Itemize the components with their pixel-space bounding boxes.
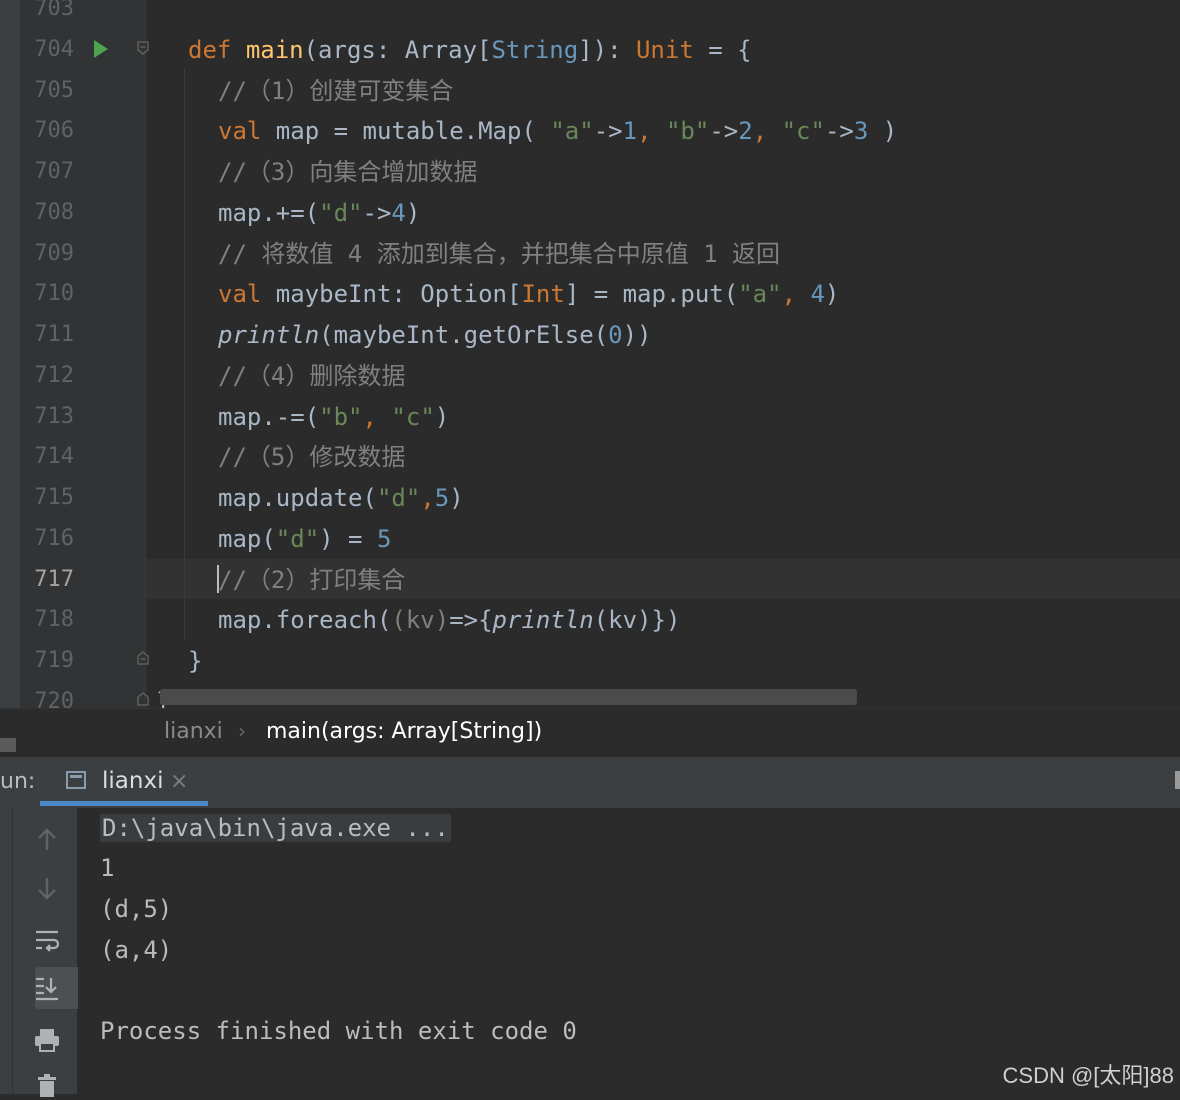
line-number: 718 xyxy=(34,607,74,633)
line-number: 710 xyxy=(34,281,74,307)
code-line-703[interactable]: 703 xyxy=(0,0,1180,30)
comment-text[interactable]: //（3）向集合增加数据 xyxy=(218,152,477,193)
code-line-711[interactable]: 711 println(maybeInt.getOrElse(0)) xyxy=(0,315,1180,356)
line-number: 716 xyxy=(34,525,74,551)
code-text[interactable]: } xyxy=(188,641,202,682)
code-line-718[interactable]: 718 map.foreach((kv)=>{println(kv)}) xyxy=(0,600,1180,641)
more-icon[interactable] xyxy=(1175,771,1180,789)
comment-text[interactable]: // 将数值 4 添加到集合，并把集合中原值 1 返回 xyxy=(218,234,780,275)
line-number: 707 xyxy=(34,159,74,184)
line-number: 703 xyxy=(34,0,74,21)
code-text[interactable]: map.-=("b", "c") xyxy=(218,397,449,438)
code-line-706[interactable]: 706 val map = mutable.Map( "a"->1, "b"->… xyxy=(0,111,1180,152)
code-line-704[interactable]: 704 def main(args: Array[String]): Unit … xyxy=(0,30,1180,71)
code-line-719[interactable]: 719 } xyxy=(0,641,1180,682)
line-number: 714 xyxy=(34,444,74,470)
code-line-705[interactable]: 705 //（1）创建可变集合 xyxy=(0,71,1180,112)
left-strip-marker xyxy=(0,738,16,752)
breadcrumb-separator: › xyxy=(238,719,246,743)
console-icon xyxy=(66,771,86,789)
code-text[interactable]: val map = mutable.Map( "a"->1, "b"->2, "… xyxy=(218,111,897,152)
code-lines[interactable]: 703 704 def main(args: Array[String]): U… xyxy=(0,0,1180,708)
code-line-712[interactable]: 712 //（4）删除数据 xyxy=(0,356,1180,397)
line-number: 715 xyxy=(34,485,74,510)
code-line-715[interactable]: 715 map.update("d",5) xyxy=(0,478,1180,519)
console-exit-message: Process finished with exit code 0 xyxy=(100,1017,577,1045)
code-text[interactable]: map.foreach((kv)=>{println(kv)}) xyxy=(218,600,680,641)
close-icon[interactable]: × xyxy=(170,769,188,794)
trash-icon[interactable] xyxy=(33,1072,61,1100)
active-tab-indicator xyxy=(40,801,208,806)
line-number: 709 xyxy=(34,240,74,266)
code-text[interactable]: def main(args: Array[String]): Unit = { xyxy=(188,30,752,71)
run-gutter-icon[interactable] xyxy=(94,40,108,58)
fold-end-marker-icon[interactable] xyxy=(136,692,150,706)
comment-text[interactable]: //（4）删除数据 xyxy=(218,356,405,397)
code-line-714[interactable]: 714 //（5）修改数据 xyxy=(0,437,1180,478)
tab-label: lianxi xyxy=(102,768,164,794)
run-label: un: xyxy=(0,769,36,794)
breadcrumb-file[interactable]: lianxi xyxy=(164,719,223,744)
line-number: 712 xyxy=(34,362,74,388)
console-command-line[interactable]: D:\java\bin\java.exe ... xyxy=(100,814,451,842)
line-number-current: 717 xyxy=(34,566,74,592)
arrow-down-icon[interactable] xyxy=(33,874,61,902)
run-left-strip xyxy=(0,808,13,1094)
arrow-up-icon[interactable] xyxy=(33,826,61,854)
console-output[interactable]: D:\java\bin\java.exe ... 1 (d,5) (a,4) P… xyxy=(78,808,1180,1094)
code-text[interactable]: println(maybeInt.getOrElse(0)) xyxy=(218,315,652,356)
console-output-line: (a,4) xyxy=(100,936,173,964)
left-tool-strip xyxy=(0,0,21,754)
code-line-708[interactable]: 708 map.+=("d"->4) xyxy=(0,193,1180,234)
comment-text[interactable]: //（2）打印集合 xyxy=(218,560,405,601)
run-toolbar xyxy=(13,808,81,1097)
fold-marker-icon[interactable] xyxy=(136,41,150,55)
scroll-to-end-icon[interactable] xyxy=(33,974,61,1002)
code-line-713[interactable]: 713 map.-=("b", "c") xyxy=(0,397,1180,438)
line-number: 720 xyxy=(34,688,74,708)
comment-text[interactable]: //（5）修改数据 xyxy=(218,437,405,478)
code-text[interactable]: val maybeInt: Option[Int] = map.put("a",… xyxy=(218,274,839,315)
soft-wrap-icon[interactable] xyxy=(33,926,61,954)
line-number: 713 xyxy=(34,403,74,429)
code-editor[interactable]: 703 704 def main(args: Array[String]): U… xyxy=(0,0,1180,708)
watermark: CSDN @[太阳]88 xyxy=(1002,1063,1174,1088)
code-line-710[interactable]: 710 val maybeInt: Option[Int] = map.put(… xyxy=(0,274,1180,315)
fold-end-marker-icon[interactable] xyxy=(136,651,150,665)
line-number: 704 xyxy=(34,36,74,62)
breadcrumb: lianxi › main(args: Array[String]) xyxy=(0,708,1180,757)
comment-text[interactable]: //（1）创建可变集合 xyxy=(218,71,453,112)
code-text[interactable]: map.update("d",5) xyxy=(218,478,464,519)
line-number: 711 xyxy=(34,322,74,347)
code-text[interactable]: map.+=("d"->4) xyxy=(218,193,420,234)
console-output-line: (d,5) xyxy=(100,895,173,923)
horizontal-scrollbar[interactable] xyxy=(160,689,857,705)
line-number: 708 xyxy=(34,199,74,225)
code-line-707[interactable]: 707 //（3）向集合增加数据 xyxy=(0,152,1180,193)
breadcrumb-method[interactable]: main(args: Array[String]) xyxy=(266,719,542,744)
code-text[interactable]: map("d") = 5 xyxy=(218,519,391,560)
code-line-709[interactable]: 709 // 将数值 4 添加到集合，并把集合中原值 1 返回 xyxy=(0,234,1180,275)
code-line-716[interactable]: 716 map("d") = 5 xyxy=(0,519,1180,560)
console-output-line: 1 xyxy=(100,854,115,882)
print-icon[interactable] xyxy=(33,1026,61,1054)
text-caret xyxy=(217,565,219,593)
line-number: 705 xyxy=(34,77,74,103)
line-number: 706 xyxy=(34,118,74,144)
code-line-717[interactable]: 717 //（2）打印集合 xyxy=(0,560,1180,601)
line-number: 719 xyxy=(34,648,74,673)
